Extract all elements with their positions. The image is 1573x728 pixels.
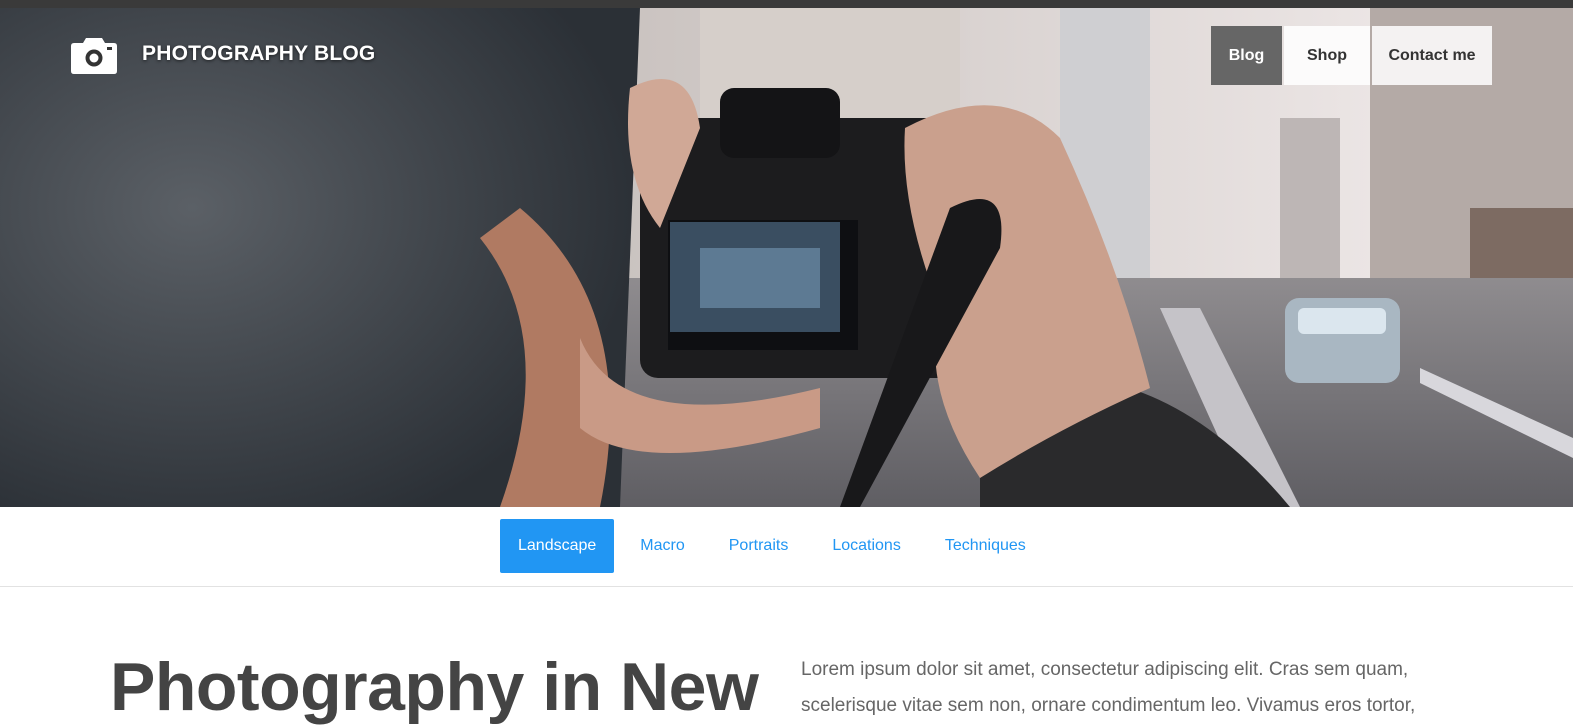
site-title: PHOTOGRAPHY BLOG xyxy=(142,42,376,65)
top-navigation: Blog Shop Contact me xyxy=(1211,26,1492,85)
tab-macro[interactable]: Macro xyxy=(622,519,702,573)
nav-blog[interactable]: Blog xyxy=(1211,26,1282,85)
camera-icon xyxy=(71,38,117,74)
lead-line-1: Lorem ipsum dolor sit amet, consectetur … xyxy=(801,659,1409,680)
category-tabs: Landscape Macro Portraits Locations Tech… xyxy=(500,519,1052,573)
tab-landscape[interactable]: Landscape xyxy=(500,519,615,573)
category-bar: Landscape Macro Portraits Locations Tech… xyxy=(0,507,1573,587)
site-brand[interactable]: PHOTOGRAPHY BLOG xyxy=(70,34,375,74)
article-heading: Photography in New xyxy=(110,649,759,725)
lead-line-2: scelerisque vitae sem non, ornare condim… xyxy=(801,695,1416,716)
nav-shop[interactable]: Shop xyxy=(1284,26,1370,85)
tab-locations[interactable]: Locations xyxy=(814,519,919,573)
article-lead: Lorem ipsum dolor sit amet, consectetur … xyxy=(801,652,1481,724)
tab-portraits[interactable]: Portraits xyxy=(711,519,807,573)
tab-techniques[interactable]: Techniques xyxy=(927,519,1044,573)
hero-banner: PHOTOGRAPHY BLOG Blog Shop Contact me xyxy=(0,8,1573,507)
top-border xyxy=(0,0,1573,8)
nav-contact-me[interactable]: Contact me xyxy=(1372,26,1492,85)
